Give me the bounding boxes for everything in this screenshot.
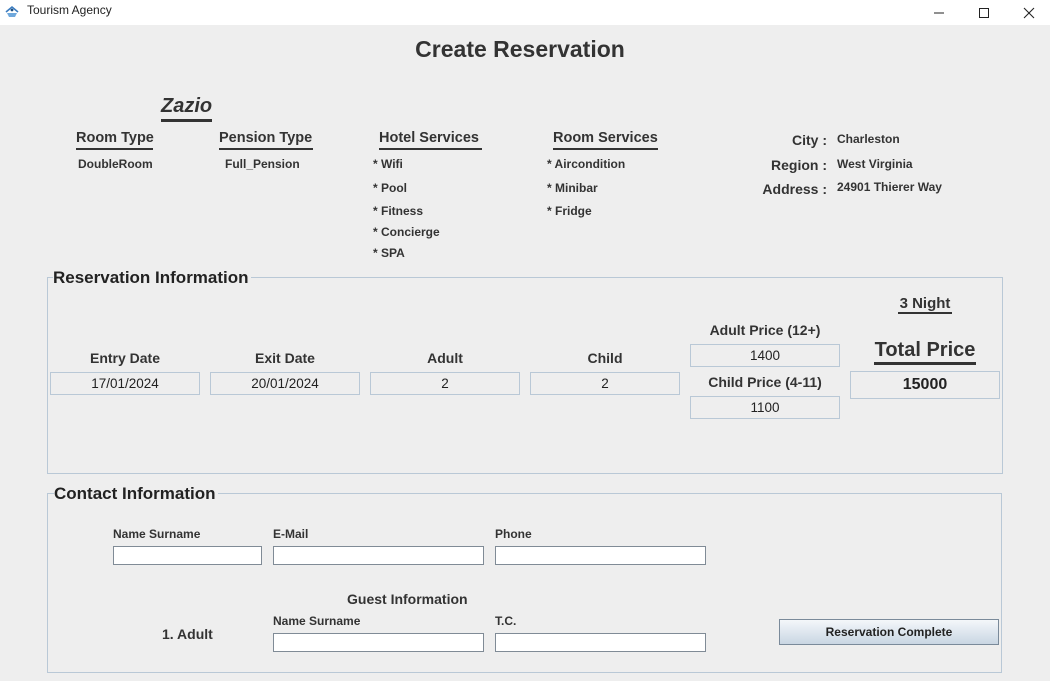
minimize-button[interactable] — [916, 0, 962, 25]
room-service-item: * Fridge — [547, 204, 592, 218]
hotel-services-heading: Hotel Services — [379, 130, 479, 146]
child-count-field: 2 — [530, 372, 680, 395]
hotel-service-item: * SPA — [373, 246, 405, 260]
room-service-item: * Aircondition — [547, 157, 626, 171]
child-label: Child — [587, 350, 623, 366]
adult-price-field: 1400 — [690, 344, 840, 367]
hotel-service-item: * Concierge — [373, 225, 440, 239]
guest-adult-label: 1. Adult — [162, 626, 213, 642]
hotel-service-item: * Fitness — [373, 204, 424, 218]
room-service-item: * Minibar — [547, 181, 598, 195]
hotel-name-underline — [161, 119, 212, 122]
pension-type-underline — [219, 148, 313, 150]
phone-label: Phone — [495, 527, 532, 541]
reservation-info-title: Reservation Information — [53, 268, 251, 288]
hotel-name: Zazio — [161, 95, 213, 117]
guest-tc-input[interactable] — [495, 633, 706, 652]
total-price-field: 15000 — [850, 371, 1000, 399]
city-value: Charleston — [837, 132, 900, 146]
guest-name-input[interactable] — [273, 633, 484, 652]
maximize-button[interactable] — [961, 0, 1007, 25]
hotel-service-item: * Pool — [373, 181, 408, 195]
room-type-underline — [76, 148, 153, 150]
room-services-underline — [553, 148, 658, 150]
region-value: West Virginia — [837, 157, 913, 171]
pension-type-value: Full_Pension — [225, 157, 300, 171]
adult-price-label: Adult Price (12+) — [709, 322, 821, 338]
child-price-label: Child Price (4-11) — [708, 374, 822, 390]
page-title: Create Reservation — [415, 36, 625, 62]
name-surname-label: Name Surname — [113, 527, 201, 541]
close-button[interactable] — [1006, 0, 1050, 25]
exit-date-label: Exit Date — [255, 350, 315, 366]
exit-date-field: 20/01/2024 — [210, 372, 360, 395]
region-label: Region : — [771, 157, 827, 173]
room-type-value: DoubleRoom — [78, 157, 153, 171]
window-title: Tourism Agency — [27, 3, 112, 17]
pension-type-heading: Pension Type — [219, 130, 313, 146]
child-price-field: 1100 — [690, 396, 840, 419]
reservation-complete-button[interactable]: Reservation Complete — [779, 619, 999, 645]
total-price-label: Total Price — [874, 339, 976, 361]
guest-tc-label: T.C. — [495, 614, 517, 628]
email-input[interactable] — [273, 546, 484, 565]
city-label: City : — [792, 132, 827, 148]
nights-underline — [898, 312, 952, 314]
hotel-services-underline — [379, 148, 482, 150]
adult-label: Adult — [427, 350, 463, 366]
hotel-service-item: * Wifi — [373, 157, 403, 171]
phone-input[interactable] — [495, 546, 706, 565]
entry-date-field: 17/01/2024 — [50, 372, 200, 395]
title-bar: Tourism Agency — [0, 0, 1050, 25]
entry-date-label: Entry Date — [89, 350, 161, 366]
nights-label: 3 Night — [899, 295, 951, 312]
name-surname-input[interactable] — [113, 546, 262, 565]
email-label: E-Mail — [273, 527, 309, 541]
total-price-underline — [874, 362, 976, 365]
app-icon — [4, 4, 20, 20]
room-type-heading: Room Type — [76, 130, 154, 146]
guest-name-label: Name Surname — [273, 614, 361, 628]
guest-info-heading: Guest Information — [347, 591, 468, 607]
room-services-heading: Room Services — [553, 130, 658, 146]
address-label: Address : — [762, 181, 827, 197]
adult-count-field: 2 — [370, 372, 520, 395]
address-value: 24901 Thierer Way — [837, 180, 942, 194]
contact-info-title: Contact Information — [54, 484, 218, 504]
